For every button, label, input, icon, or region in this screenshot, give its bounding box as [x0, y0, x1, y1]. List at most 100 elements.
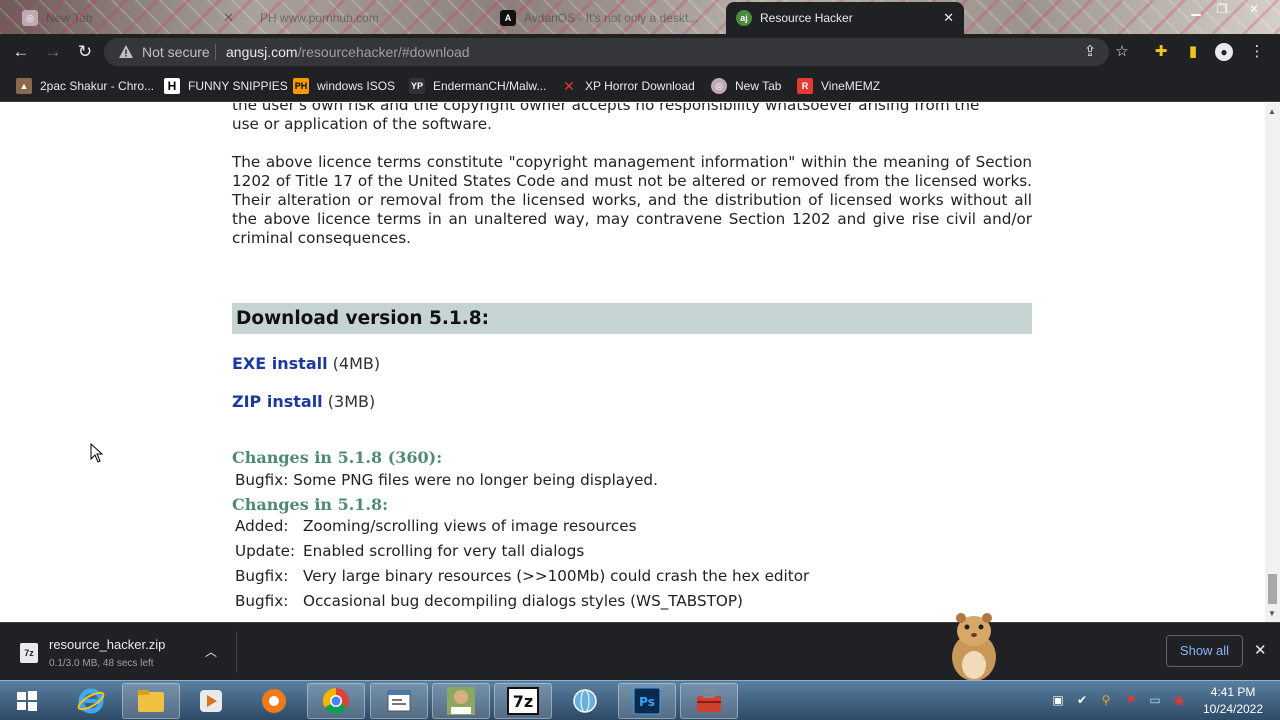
url-text[interactable]: angusj.com/resourcehacker/#download: [226, 44, 470, 60]
scrollbar-thumb[interactable]: [1268, 574, 1277, 604]
tab-resource-hacker[interactable]: aj Resource Hacker ✕: [726, 2, 964, 34]
bookmark-label: XP Horror Download: [585, 79, 695, 93]
bookmark-vinememz[interactable]: R VineMEMZ: [797, 76, 880, 96]
zip-file-icon: 7z: [20, 643, 38, 663]
reload-icon[interactable]: ↻: [74, 41, 96, 63]
download-heading: Download version 5.1.8:: [236, 308, 490, 329]
bookmark-h-icon: H: [164, 78, 180, 94]
warning-triangle-icon[interactable]: [118, 44, 134, 60]
browser-toolbar: ← → ↻ Not secure angusj.com/resourcehack…: [0, 34, 1280, 70]
bookmark-label: VineMEMZ: [821, 79, 881, 93]
tray-search-icon[interactable]: ⚲: [1099, 693, 1113, 707]
tab-new-tab[interactable]: ◎ New Tab ✕: [12, 2, 244, 34]
bookmark-yp-icon: YP: [409, 78, 425, 94]
close-tab-icon[interactable]: ✕: [223, 10, 234, 26]
tray-check-icon[interactable]: ✔: [1075, 693, 1089, 707]
tab-avdanos[interactable]: A AvdanOS - It's not only a deskt...: [490, 2, 725, 34]
bookmark-star-icon[interactable]: ☆: [1113, 43, 1131, 61]
taskbar-media-player[interactable]: [182, 683, 240, 719]
tab-title: New Tab: [46, 11, 93, 25]
changelog-text: Enabled scrolling for very tall dialogs: [303, 542, 585, 560]
security-label[interactable]: Not secure: [142, 44, 210, 60]
bookmark-windows-isos[interactable]: PH windows ISOS: [293, 76, 395, 96]
bookmark-new-tab[interactable]: ◎ New Tab: [711, 76, 781, 96]
tray-flag-icon[interactable]: ⚑: [1124, 693, 1138, 707]
tab-title: PH www.pornhub.com: [260, 11, 379, 25]
extensions-puzzle-icon[interactable]: ✚: [1152, 43, 1170, 61]
close-shelf-icon[interactable]: ✕: [1254, 641, 1267, 659]
bookmark-globe-icon: ◎: [711, 78, 727, 94]
tab-pornhub[interactable]: PH www.pornhub.com: [250, 2, 488, 34]
download-filename[interactable]: resource_hacker.zip: [49, 637, 165, 652]
chrome-icon: [322, 687, 349, 715]
mouse-cursor-icon: [90, 443, 104, 463]
page-content: the user's own risk and the copyright ow…: [0, 103, 1265, 622]
toolbox-icon: [697, 690, 721, 712]
taskbar-photoshop[interactable]: Ps: [618, 683, 676, 719]
address-bar[interactable]: Not secure angusj.com/resourcehacker/#do…: [104, 38, 1109, 66]
tab-title: AvdanOS - It's not only a deskt...: [524, 11, 699, 25]
share-icon[interactable]: ⇪: [1081, 43, 1099, 61]
download-shelf: 7z resource_hacker.zip 0.1/3.0 MB, 48 se…: [0, 613, 1280, 681]
scroll-up-icon[interactable]: ▲: [1268, 107, 1276, 116]
changelog-label: Bugfix:: [235, 567, 289, 585]
media-player-icon: [200, 690, 222, 712]
taskbar-7zip[interactable]: 7z: [494, 683, 552, 719]
new-tab-favicon-icon: ◎: [22, 10, 38, 26]
taskbar-chrome[interactable]: [307, 683, 365, 719]
taskbar-box-app[interactable]: [432, 683, 490, 719]
exe-install-link[interactable]: EXE install: [232, 354, 328, 373]
back-arrow-icon[interactable]: ←: [10, 41, 32, 63]
changelog-text: Occasional bug decompiling dialogs style…: [303, 592, 743, 610]
bookmark-label: New Tab: [735, 79, 782, 93]
vertical-scrollbar[interactable]: ▲ ▼: [1265, 103, 1280, 622]
start-button[interactable]: [2, 683, 52, 719]
tray-network-icon[interactable]: ▭: [1148, 693, 1162, 707]
changelog-item: Bugfix: Very large binary resources (>>10…: [235, 567, 809, 585]
profile-avatar-icon[interactable]: ●: [1215, 43, 1233, 61]
exe-size: (4MB): [332, 354, 381, 373]
zip-size: (3MB): [327, 392, 376, 411]
menu-kebab-icon[interactable]: ⋮: [1248, 43, 1266, 61]
side-panel-icon[interactable]: ▮: [1184, 43, 1202, 61]
taskbar-app-orange[interactable]: [245, 683, 303, 719]
show-all-button[interactable]: Show all: [1166, 635, 1243, 667]
taskbar-internet-explorer[interactable]: [62, 683, 120, 719]
globe-app-icon: [573, 689, 597, 713]
bookmark-ph-icon: PH: [293, 78, 309, 94]
taskbar-toolbox[interactable]: [680, 683, 738, 719]
changes-heading: Changes in 5.1.8:: [232, 495, 389, 514]
scroll-down-icon[interactable]: ▼: [1268, 609, 1276, 618]
bookmark-funny-snippies[interactable]: H FUNNY SNIPPIES: [164, 76, 288, 96]
shelf-divider: [236, 631, 237, 673]
bookmark-2pac[interactable]: ▲ 2pac Shakur - Chro...: [16, 76, 154, 96]
tray-app-icon[interactable]: ▣: [1051, 693, 1065, 707]
minimize-icon[interactable]: ▁: [1182, 0, 1210, 20]
bookmark-x-icon: ✕: [563, 77, 575, 94]
restore-icon[interactable]: ❐: [1208, 0, 1236, 20]
bookmark-xp-horror[interactable]: ✕ XP Horror Download: [561, 76, 695, 96]
changelog-text: Very large binary resources (>>100Mb) co…: [303, 567, 810, 585]
bookmark-r-icon: R: [797, 78, 813, 94]
svg-text:7z: 7z: [513, 692, 533, 711]
taskbar: 7z Ps ▣ ✔ ⚲ ⚑ ▭ ◉ 4:41 PM 10/24/2022: [0, 680, 1280, 720]
forward-arrow-icon[interactable]: →: [42, 41, 64, 63]
chevron-up-icon[interactable]: ︿: [205, 643, 217, 660]
resource-hacker-favicon-icon: aj: [736, 10, 752, 26]
clock-time: 4:41 PM: [1210, 685, 1256, 699]
close-window-icon[interactable]: ✕: [1240, 0, 1268, 20]
notepad-window-icon: [387, 690, 411, 712]
close-tab-icon[interactable]: ✕: [943, 10, 954, 26]
download-exe-row: EXE install (4MB): [232, 354, 380, 373]
changes-360-heading: Changes in 5.1.8 (360):: [232, 448, 443, 467]
bookmark-endermanch[interactable]: YP EndermanCH/Malw...: [409, 76, 546, 96]
licence-partial-line: the user's own risk and the copyright ow…: [232, 103, 980, 114]
taskbar-notepad[interactable]: [370, 683, 428, 719]
taskbar-file-explorer[interactable]: [122, 683, 180, 719]
zip-install-link[interactable]: ZIP install: [232, 392, 323, 411]
tray-volume-icon[interactable]: ◉: [1172, 693, 1186, 707]
taskbar-clock[interactable]: 4:41 PM 10/24/2022: [1196, 684, 1270, 718]
omnibox-separator: [215, 44, 216, 60]
clock-date: 10/24/2022: [1202, 702, 1264, 716]
taskbar-globe-app[interactable]: [556, 683, 614, 719]
